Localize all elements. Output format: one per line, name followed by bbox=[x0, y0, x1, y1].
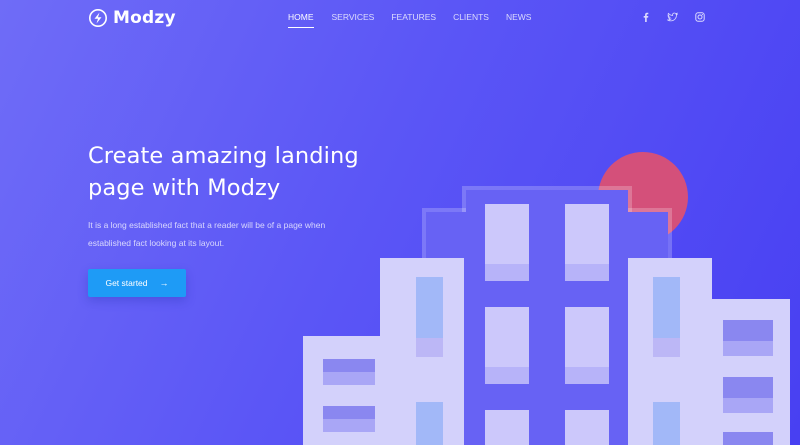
far-right-building bbox=[710, 299, 790, 445]
logo-icon bbox=[89, 9, 107, 27]
hero-title: Create amazing landing page with Modzy bbox=[88, 143, 359, 201]
arrow-right-icon: → bbox=[159, 277, 169, 288]
nav-clients[interactable]: CLIENTS bbox=[453, 12, 489, 28]
nav-features[interactable]: FEATURES bbox=[391, 12, 436, 28]
left-building bbox=[380, 258, 464, 445]
get-started-label: Get started bbox=[105, 278, 148, 288]
sun-shape bbox=[598, 152, 688, 242]
nav-home[interactable]: HOME bbox=[288, 12, 314, 28]
social-links bbox=[640, 11, 706, 23]
main-nav: HOME SERVICES FEATURES CLIENTS NEWS bbox=[288, 12, 531, 28]
center-building bbox=[422, 186, 672, 445]
brand-name: Modzy bbox=[113, 8, 176, 28]
instagram-icon[interactable] bbox=[694, 11, 706, 23]
right-building bbox=[628, 258, 712, 445]
nav-news[interactable]: NEWS bbox=[506, 12, 532, 28]
twitter-icon[interactable] bbox=[667, 11, 679, 23]
navbar: Modzy HOME SERVICES FEATURES CLIENTS NEW… bbox=[0, 0, 800, 36]
get-started-button[interactable]: Get started → bbox=[88, 269, 186, 297]
nav-services[interactable]: SERVICES bbox=[332, 12, 375, 28]
hero-description: It is a long established fact that a rea… bbox=[88, 220, 326, 248]
far-left-building bbox=[303, 336, 383, 445]
logo[interactable]: Modzy bbox=[88, 7, 176, 29]
facebook-icon[interactable] bbox=[640, 11, 652, 23]
